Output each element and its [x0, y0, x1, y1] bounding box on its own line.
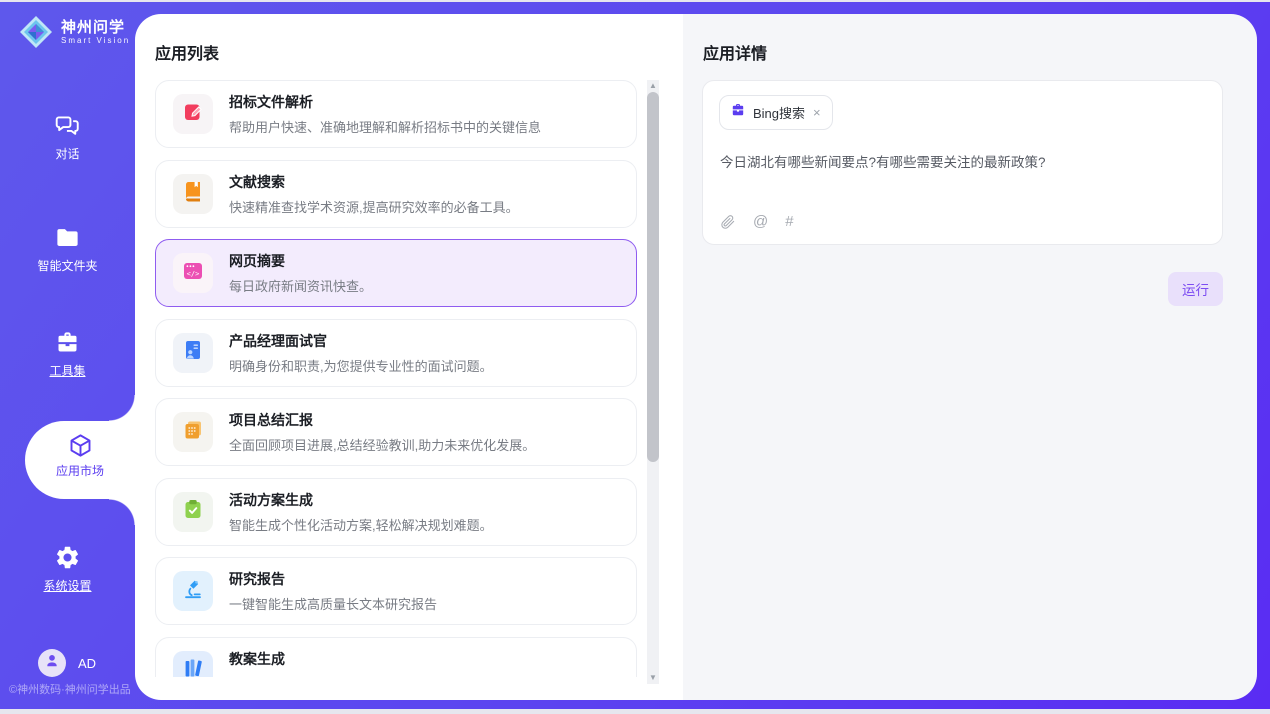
- bubble-bottom-curve: [109, 499, 135, 525]
- query-card[interactable]: Bing搜索 × 今日湖北有哪些新闻要点?有哪些需要关注的最新政策? @ #: [702, 80, 1223, 245]
- user-initials: AD: [78, 656, 96, 671]
- notepad-icon: [181, 418, 205, 447]
- browser-code-icon: </>: [181, 259, 205, 288]
- app-card-1[interactable]: 招标文件解析 帮助用户快速、准确地理解和解析招标书中的关键信息: [155, 80, 637, 148]
- app-name: 文献搜索: [229, 172, 519, 192]
- user-account[interactable]: AD: [38, 649, 96, 677]
- scrollbar-thumb[interactable]: [647, 92, 659, 462]
- sidebar-item-toolset[interactable]: 工具集: [0, 329, 135, 379]
- sidebar-item-app-market-active[interactable]: 应用市场: [25, 421, 135, 499]
- app-icon-tile: [173, 333, 213, 373]
- book-icon: [181, 179, 205, 208]
- app-icon-tile: [173, 174, 213, 214]
- person-icon: [43, 652, 61, 675]
- hash-icon[interactable]: #: [785, 214, 793, 230]
- copyright-footer: ©神州数码·神州问学出品: [9, 681, 131, 697]
- attachment-icon[interactable]: [720, 214, 736, 230]
- sidebar-item-label: 对话: [0, 145, 135, 162]
- app-card-3[interactable]: </> 网页摘要 每日政府新闻资讯快查。: [155, 239, 637, 307]
- sidebar-item-label: 工具集: [0, 362, 135, 379]
- brand-logo: 神州问学 Smart Vision: [18, 14, 130, 50]
- gear-icon: [0, 544, 135, 571]
- app-description: 快速精准查找学术资源,提高研究效率的必备工具。: [229, 197, 519, 216]
- svg-text:</>: </>: [187, 269, 200, 277]
- app-name: 教案生成: [229, 649, 470, 669]
- app-card-list: 招标文件解析 帮助用户快速、准确地理解和解析招标书中的关键信息 文献搜索 快速精…: [155, 80, 637, 677]
- tool-tag-bing-search[interactable]: Bing搜索 ×: [719, 95, 833, 130]
- app-name: 项目总结汇报: [229, 410, 535, 430]
- scroll-up-arrow[interactable]: ▲: [647, 80, 659, 92]
- app-description: 智能生成个性化活动方案,轻松解决规划难题。: [229, 515, 493, 534]
- mention-icon[interactable]: @: [753, 214, 768, 230]
- toolbox-icon: [0, 329, 135, 356]
- app-icon-tile: [173, 492, 213, 532]
- chat-icon: [0, 112, 135, 139]
- scroll-down-arrow[interactable]: ▼: [647, 672, 659, 684]
- pen-document-icon: [181, 100, 205, 129]
- app-description: 帮助用户快速、准确地理解和解析招标书中的关键信息: [229, 117, 541, 136]
- input-toolbar: @ #: [720, 214, 794, 230]
- gem-logo-icon: [18, 14, 54, 50]
- app-detail-panel: 应用详情 Bing搜索 × 今日湖北有哪些新闻要点?有哪些需要关注的最新政策? …: [683, 14, 1257, 700]
- scrollbar[interactable]: ▲ ▼: [647, 80, 659, 684]
- clipboard-check-icon: [181, 497, 205, 526]
- app-description: 每日政府新闻资讯快查。: [229, 276, 372, 295]
- tool-tag-label: Bing搜索: [753, 103, 805, 122]
- microscope-icon: [181, 577, 205, 606]
- sidebar: 神州问学 Smart Vision 对话 智能文件夹 工具集 应用市场: [0, 2, 135, 709]
- content-shell: 应用列表 招标文件解析 帮助用户快速、准确地理解和解析招标书中的关键信息 文献搜…: [135, 14, 1257, 700]
- sidebar-item-label: 智能文件夹: [0, 257, 135, 274]
- app-card-4[interactable]: 产品经理面试官 明确身份和职责,为您提供专业性的面试问题。: [155, 319, 637, 387]
- app-name: 网页摘要: [229, 251, 372, 271]
- sidebar-item-chat[interactable]: 对话: [0, 112, 135, 162]
- app-icon-tile: [173, 412, 213, 452]
- app-card-2[interactable]: 文献搜索 快速精准查找学术资源,提高研究效率的必备工具。: [155, 160, 637, 228]
- app-card-8[interactable]: 教案生成 模板驱动,教案秒成,教学准备从此轻松快捷: [155, 637, 637, 678]
- purple-background: 神州问学 Smart Vision 对话 智能文件夹 工具集 应用市场: [0, 2, 1270, 709]
- app-name: 产品经理面试官: [229, 331, 493, 351]
- sidebar-item-smart-folder[interactable]: 智能文件夹: [0, 224, 135, 274]
- sidebar-item-label: 系统设置: [0, 577, 135, 594]
- run-button[interactable]: 运行: [1168, 272, 1223, 306]
- app-name: 活动方案生成: [229, 490, 493, 510]
- brand-name: 神州问学: [61, 19, 130, 36]
- app-card-5[interactable]: 项目总结汇报 全面回顾项目进展,总结经验教训,助力未来优化发展。: [155, 398, 637, 466]
- app-icon-tile: [173, 571, 213, 611]
- cube-icon: [25, 432, 135, 459]
- app-description: 明确身份和职责,为您提供专业性的面试问题。: [229, 356, 493, 375]
- app-detail-title: 应用详情: [703, 40, 767, 64]
- app-description: 一键智能生成高质量长文本研究报告: [229, 594, 437, 613]
- sidebar-item-settings[interactable]: 系统设置: [0, 544, 135, 594]
- app-icon-tile: </>: [173, 253, 213, 293]
- app-icon-tile: [173, 651, 213, 678]
- app-window: 神州问学 Smart Vision 对话 智能文件夹 工具集 应用市场: [0, 0, 1270, 714]
- folder-icon: [0, 224, 135, 251]
- app-name: 招标文件解析: [229, 92, 541, 112]
- app-icon-tile: [173, 94, 213, 134]
- query-text[interactable]: 今日湖北有哪些新闻要点?有哪些需要关注的最新政策?: [720, 151, 1206, 171]
- app-card-7[interactable]: 研究报告 一键智能生成高质量长文本研究报告: [155, 557, 637, 625]
- avatar: [38, 649, 66, 677]
- close-icon[interactable]: ×: [812, 105, 822, 120]
- app-name: 研究报告: [229, 569, 437, 589]
- app-description: 模板驱动,教案秒成,教学准备从此轻松快捷: [229, 674, 470, 678]
- resume-person-icon: [181, 338, 205, 367]
- books-icon: [181, 656, 205, 677]
- app-description: 全面回顾项目进展,总结经验教训,助力未来优化发展。: [229, 435, 535, 454]
- app-list-title: 应用列表: [155, 40, 219, 64]
- brand-subtitle: Smart Vision: [61, 36, 130, 45]
- sidebar-item-label: 应用市场: [25, 462, 135, 479]
- app-list-panel: 应用列表 招标文件解析 帮助用户快速、准确地理解和解析招标书中的关键信息 文献搜…: [135, 14, 683, 700]
- briefcase-icon: [730, 102, 746, 123]
- bubble-top-curve: [109, 395, 135, 421]
- app-card-6[interactable]: 活动方案生成 智能生成个性化活动方案,轻松解决规划难题。: [155, 478, 637, 546]
